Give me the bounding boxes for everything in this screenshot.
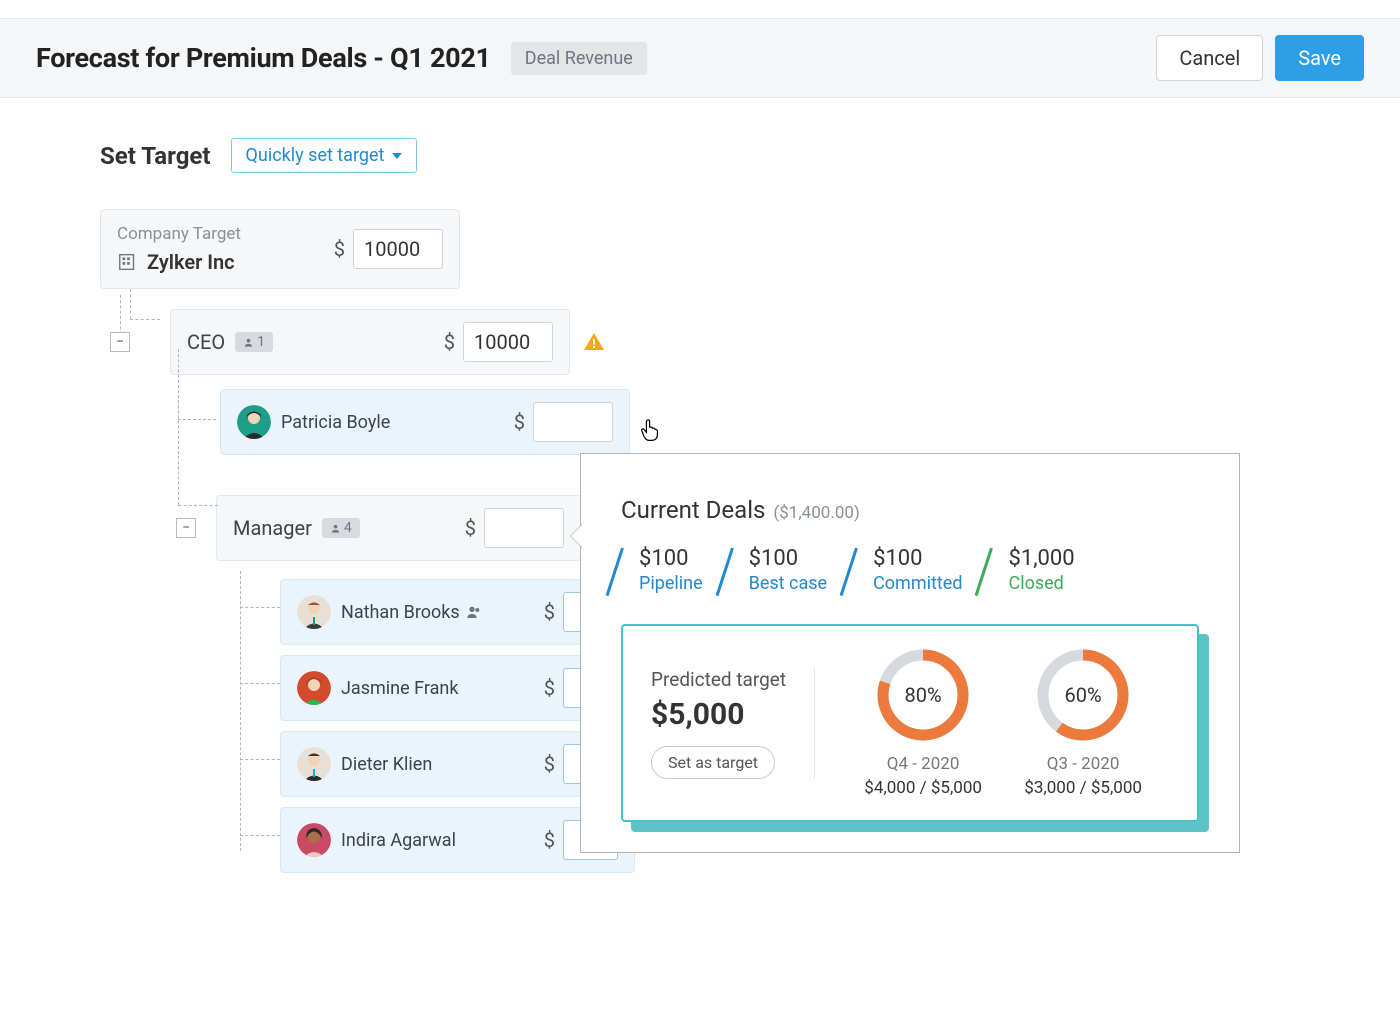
avatar [297, 747, 331, 781]
cancel-button[interactable]: Cancel [1156, 35, 1263, 81]
stage-name: Committed [873, 573, 962, 594]
ceo-count-chip: 1 [235, 332, 273, 352]
currency-symbol: $ [444, 330, 455, 354]
manager-count: 4 [344, 520, 352, 536]
page-title: Forecast for Premium Deals - Q1 2021 [36, 42, 491, 74]
currency-symbol: $ [544, 600, 555, 624]
stage-slash-icon [840, 548, 858, 596]
user-name: Indira Agarwal [341, 830, 456, 851]
collapse-toggle-ceo[interactable]: − [110, 332, 130, 352]
manager-count-chip: 4 [322, 518, 360, 538]
currency-symbol: $ [334, 237, 345, 261]
currency-symbol: $ [544, 752, 555, 776]
currency-symbol: $ [544, 676, 555, 700]
user-name: Patricia Boyle [281, 412, 390, 433]
gauge-ratio: $4,000 / $5,000 [864, 778, 982, 798]
stage-slash-icon [606, 548, 624, 596]
user-card-patricia[interactable]: Patricia Boyle $ [220, 389, 630, 455]
gauge-label: Q4 - 2020 [887, 754, 960, 774]
predicted-label: Predicted target [651, 668, 786, 691]
ceo-count: 1 [257, 334, 265, 350]
section-title: Set Target [100, 142, 211, 170]
manager-role-card: Manager 4 $ [216, 495, 581, 561]
people-icon [466, 604, 482, 620]
gauge-block: 60% Q3 - 2020 $3,000 / $5,000 [1003, 648, 1163, 798]
collapse-toggle-manager[interactable]: − [176, 518, 196, 538]
set-as-target-button[interactable]: Set as target [651, 746, 775, 779]
avatar [297, 671, 331, 705]
deal-stage: $1,000 Closed [990, 546, 1074, 594]
ceo-role-card: CEO 1 $ [170, 309, 570, 375]
user-name: Jasmine Frank [341, 678, 458, 699]
company-target-input[interactable] [353, 229, 443, 269]
warning-icon [582, 330, 606, 354]
stage-value: $100 [873, 546, 962, 571]
person-icon [330, 523, 341, 534]
stage-value: $100 [749, 546, 827, 571]
building-icon [117, 251, 139, 273]
current-deals-popover: Current Deals ($1,400.00) $100 Pipeline … [580, 453, 1240, 853]
gauge-ratio: $3,000 / $5,000 [1024, 778, 1142, 798]
deal-revenue-badge: Deal Revenue [511, 42, 647, 75]
ceo-role-label: CEO [187, 330, 225, 354]
deal-stage: $100 Best case [731, 546, 827, 594]
stage-name: Closed [1008, 573, 1074, 594]
quickly-set-target-label: Quickly set target [246, 145, 385, 166]
currency-symbol: $ [465, 516, 476, 540]
stage-name: Pipeline [639, 573, 703, 594]
user-name: Dieter Klien [341, 754, 432, 775]
chevron-down-icon [392, 153, 402, 159]
page-header: Forecast for Premium Deals - Q1 2021 Dea… [0, 18, 1400, 98]
currency-symbol: $ [514, 410, 525, 434]
user-name: Nathan Brooks [341, 602, 460, 623]
stage-name: Best case [749, 573, 827, 594]
stage-value: $100 [639, 546, 703, 571]
deal-stage: $100 Committed [855, 546, 962, 594]
manager-target-input[interactable] [484, 508, 564, 548]
gauge-label: Q3 - 2020 [1047, 754, 1120, 774]
quickly-set-target-dropdown[interactable]: Quickly set target [231, 138, 418, 173]
popover-total: ($1,400.00) [773, 503, 859, 523]
company-target-card: Company Target Zylker Inc $ [100, 209, 460, 289]
avatar [237, 405, 271, 439]
avatar [297, 823, 331, 857]
stage-slash-icon [715, 548, 733, 596]
popover-arrow-icon [571, 524, 583, 548]
popover-title: Current Deals [621, 496, 765, 524]
gauge-percent: 60% [1036, 648, 1130, 742]
save-button[interactable]: Save [1275, 35, 1364, 81]
person-icon [243, 337, 254, 348]
company-name: Zylker Inc [147, 250, 235, 274]
avatar [297, 595, 331, 629]
ceo-target-input[interactable] [463, 322, 553, 362]
deal-stage: $100 Pipeline [621, 546, 703, 594]
gauge-donut: 60% [1036, 648, 1130, 742]
stage-slash-icon [975, 548, 993, 596]
gauge-percent: 80% [876, 648, 970, 742]
stage-value: $1,000 [1008, 546, 1074, 571]
patricia-target-input[interactable] [533, 402, 613, 442]
gauge-block: 80% Q4 - 2020 $4,000 / $5,000 [843, 648, 1003, 798]
manager-role-label: Manager [233, 516, 312, 540]
predicted-target-card: Predicted target $5,000 Set as target 80… [621, 624, 1199, 822]
currency-symbol: $ [544, 828, 555, 852]
predicted-value: $5,000 [651, 697, 744, 732]
company-target-label: Company Target [117, 224, 241, 244]
cursor-hand-icon [640, 417, 662, 443]
gauge-donut: 80% [876, 648, 970, 742]
